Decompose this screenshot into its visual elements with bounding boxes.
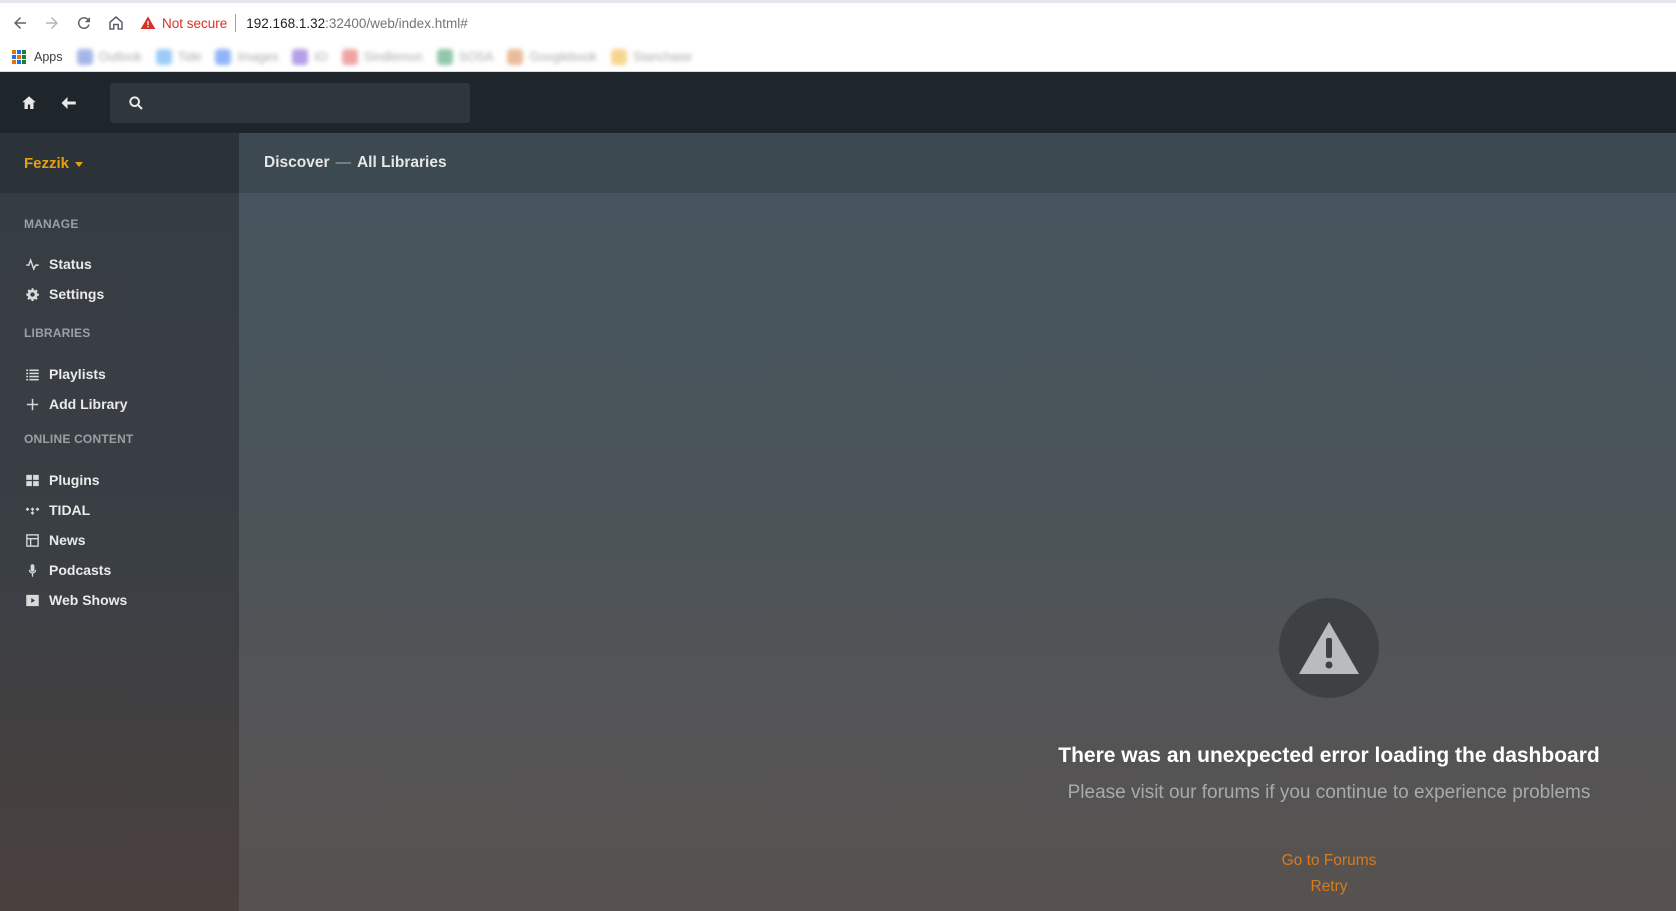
sidebar-item-playlists[interactable]: Playlists: [0, 359, 239, 389]
url-host: 192.168.1.32: [246, 15, 326, 31]
back-arrow-icon[interactable]: [58, 92, 80, 114]
sidebar-item-news[interactable]: News: [0, 525, 239, 555]
forward-arrow-icon[interactable]: [36, 7, 68, 39]
sidebar-item-add-library[interactable]: Add Library: [0, 389, 239, 419]
security-label: Not secure: [162, 15, 228, 31]
bookmark-item[interactable]: IO: [292, 49, 328, 65]
warning-icon: [1299, 622, 1359, 674]
bookmark-favicon-icon: [215, 49, 232, 65]
section-label-manage: MANAGE: [24, 217, 79, 231]
activity-icon: [24, 256, 40, 272]
sidebar-item-label: Plugins: [49, 472, 100, 488]
sidebar-item-plugins[interactable]: Plugins: [0, 465, 239, 495]
error-title: There was an unexpected error loading th…: [1058, 744, 1600, 767]
bookmarks-bar: Apps Outlook Tide Images IO Sindlemon SOSA Goo…: [0, 43, 1676, 72]
reload-icon[interactable]: [68, 7, 100, 39]
breadcrumb-separator: —: [335, 154, 351, 171]
address-bar[interactable]: Not secure 192.168.1.32 :32400/web/index…: [140, 8, 468, 38]
bookmark-label: Googlebook: [529, 50, 597, 64]
bookmark-label: Sindlemon: [363, 50, 423, 64]
tidal-icon: [24, 502, 40, 518]
bookmark-favicon-icon: [341, 49, 358, 65]
bookmark-favicon-icon: [436, 49, 453, 65]
bookmark-favicon-icon: [610, 49, 627, 65]
sidebar-item-label: Settings: [49, 286, 105, 302]
bookmark-label: IO: [314, 50, 328, 64]
server-selector[interactable]: Fezzik: [0, 133, 239, 193]
section-label-libraries: LIBRARIES: [24, 326, 91, 340]
go-to-forums-link[interactable]: Go to Forums: [1049, 852, 1609, 870]
sidebar-item-label: Add Library: [49, 396, 128, 412]
app-topbar: [0, 72, 1676, 133]
bookmark-item[interactable]: SOSA: [436, 49, 494, 65]
bookmark-label: Tide: [177, 50, 202, 64]
divider: [235, 14, 237, 32]
bookmark-label: Stanchase: [632, 50, 692, 64]
sidebar-item-label: Podcasts: [49, 562, 112, 578]
main-content: Discover — All Libraries There was an un…: [239, 133, 1676, 911]
bookmark-item[interactable]: Outlook: [76, 49, 142, 65]
sidebar-item-settings[interactable]: Settings: [0, 279, 239, 309]
sidebar-item-tidal[interactable]: TIDAL: [0, 495, 239, 525]
caret-down-icon: [75, 161, 84, 167]
search-box[interactable]: [110, 82, 470, 123]
bookmark-item[interactable]: Sindlemon: [341, 49, 423, 65]
grid-icon: [24, 472, 40, 488]
sidebar-item-label: News: [49, 532, 86, 548]
bookmark-favicon-icon: [76, 49, 93, 65]
warning-icon: [140, 16, 156, 29]
list-icon: [24, 366, 40, 382]
error-panel: There was an unexpected error loading th…: [1049, 598, 1609, 896]
apps-grid-icon[interactable]: [12, 50, 26, 64]
breadcrumb-all-libraries[interactable]: All Libraries: [357, 154, 447, 172]
bookmark-item[interactable]: Stanchase: [610, 49, 692, 65]
bookmark-item[interactable]: Images: [215, 49, 278, 65]
sidebar-item-podcasts[interactable]: Podcasts: [0, 555, 239, 585]
retry-link[interactable]: Retry: [1049, 878, 1609, 896]
server-name: Fezzik: [24, 154, 70, 172]
bookmark-favicon-icon: [507, 49, 524, 65]
back-arrow-icon[interactable]: [4, 7, 36, 39]
sidebar-item-label: TIDAL: [49, 502, 91, 518]
bookmark-item[interactable]: Tide: [155, 49, 202, 65]
home-icon[interactable]: [100, 7, 132, 39]
search-icon: [129, 95, 143, 110]
search-input[interactable]: [154, 94, 454, 111]
breadcrumb: Discover — All Libraries: [239, 133, 1676, 193]
gear-icon: [24, 286, 40, 302]
home-icon[interactable]: [18, 92, 40, 114]
play-icon: [24, 592, 40, 608]
breadcrumb-discover[interactable]: Discover: [264, 154, 329, 172]
bookmark-label: Outlook: [98, 50, 142, 64]
error-badge: [1279, 598, 1379, 698]
sidebar-item-label: Playlists: [49, 366, 106, 382]
error-subtitle: Please visit our forums if you continue …: [1067, 782, 1591, 803]
bookmark-label: Images: [237, 50, 279, 64]
plus-icon: [24, 396, 40, 412]
section-label-online-content: ONLINE CONTENT: [24, 432, 134, 446]
bookmark-favicon-icon: [155, 49, 172, 65]
bookmark-favicon-icon: [292, 49, 309, 65]
news-icon: [24, 532, 40, 548]
sidebar-item-label: Web Shows: [49, 592, 128, 608]
sidebar-item-label: Status: [49, 256, 92, 272]
bookmark-label: SOSA: [458, 50, 494, 64]
apps-shortcut[interactable]: Apps: [34, 50, 63, 64]
sidebar-item-status[interactable]: Status: [0, 249, 239, 279]
sidebar: Fezzik MANAGE Status Settings LIBRARIES …: [0, 133, 239, 911]
microphone-icon: [24, 562, 40, 578]
url-path: :32400/web/index.html#: [325, 15, 468, 31]
sidebar-item-web-shows[interactable]: Web Shows: [0, 585, 239, 615]
browser-toolbar: Not secure 192.168.1.32 :32400/web/index…: [0, 0, 1676, 43]
bookmark-item[interactable]: Googlebook: [507, 49, 597, 65]
